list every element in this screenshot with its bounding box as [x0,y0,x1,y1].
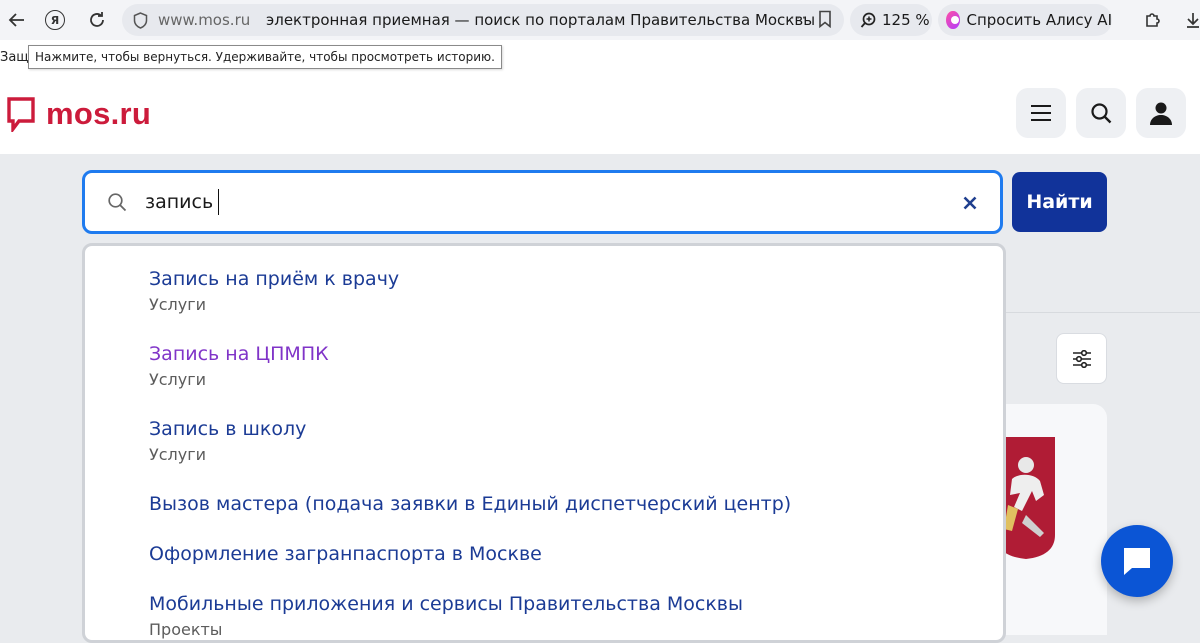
page-title-text: электронная приемная — поиск по порталам… [266,11,816,29]
user-icon [1150,102,1172,125]
suggestion-title[interactable]: Запись на ЦПМПК [149,343,329,365]
reload-button[interactable] [82,5,112,35]
yandex-letter: Я [50,13,60,27]
search-icon [108,193,127,212]
profile-button[interactable] [1136,88,1186,138]
site-header: mos.ru [0,74,1200,154]
url-domain: www.mos.ru [158,11,251,29]
suggestion-title[interactable]: Мобильные приложения и сервисы Правитель… [149,593,743,615]
downloads-button[interactable] [1178,5,1200,35]
browser-toolbar: Я www.mos.ru электронная приемная — поис… [0,0,1200,40]
search-field[interactable] [82,170,1003,234]
suggestion-category: Услуги [149,370,207,389]
text-caret [218,189,219,215]
suggestion-category: Услуги [149,295,207,314]
search-input[interactable] [145,187,905,217]
address-bar[interactable]: www.mos.ru электронная приемная — поиск … [122,4,844,36]
logo-text: mos.ru [46,96,152,131]
suggestion-item[interactable]: Мобильные приложения и сервисы Правитель… [149,593,743,639]
menu-button[interactable] [1016,88,1066,138]
alice-label: Спросить Алису AI [966,11,1113,29]
shield-icon [133,12,148,29]
suggestion-title[interactable]: Запись на приём к врачу [149,268,399,290]
close-icon [963,196,977,210]
suggestion-category: Услуги [149,445,207,464]
zoom-level: 125 % [882,11,930,29]
bookmark-icon[interactable] [818,10,832,28]
site-logo[interactable]: mos.ru [6,96,151,132]
zoom-indicator[interactable]: 125 % [850,4,932,36]
reload-icon [90,12,104,27]
puzzle-icon [1146,13,1160,27]
back-tooltip: Нажмите, чтобы вернуться. Удерживайте, ч… [28,45,502,69]
alice-button[interactable]: Спросить Алису AI [938,4,1112,36]
chat-icon [1124,548,1150,575]
zoom-icon [860,12,876,28]
download-icon [1187,13,1199,28]
find-button[interactable]: Найти [1012,172,1107,232]
suggestions-dropdown: Запись на приём к врачу Услуги Запись на… [82,243,1006,643]
alice-icon [946,11,960,29]
chat-button[interactable] [1101,525,1173,597]
yandex-icon: Я [45,10,65,30]
filter-icon [1072,349,1091,368]
mos-logo-icon [7,97,35,132]
suggestion-title[interactable]: Вызов мастера (подача заявки в Единый ди… [149,493,791,515]
suggestion-item[interactable]: Запись на приём к врачу Услуги [149,268,399,314]
extensions-button[interactable] [1138,5,1168,35]
suggestion-item[interactable]: Запись в школу Услуги [149,418,306,464]
arrow-left-icon [8,13,24,27]
search-icon [1091,103,1112,124]
more-icon[interactable]: ··· [790,9,807,27]
suggestion-title[interactable]: Оформление загранпаспорта в Москве [149,543,542,565]
hamburger-icon [1031,105,1051,121]
filter-button[interactable] [1056,333,1107,384]
suggestion-item[interactable]: Вызов мастера (подача заявки в Единый ди… [149,493,791,515]
content-divider [1006,312,1200,313]
suggestion-item[interactable]: Запись на ЦПМПК Услуги [149,343,329,389]
suggestion-item[interactable]: Оформление загранпаспорта в Москве [149,543,542,565]
suggestion-category: Проекты [149,620,223,639]
suggestion-title[interactable]: Запись в школу [149,418,306,440]
header-search-button[interactable] [1076,88,1126,138]
yandex-button[interactable]: Я [40,5,70,35]
clear-search-button[interactable] [958,191,982,215]
back-button[interactable] [2,5,32,35]
